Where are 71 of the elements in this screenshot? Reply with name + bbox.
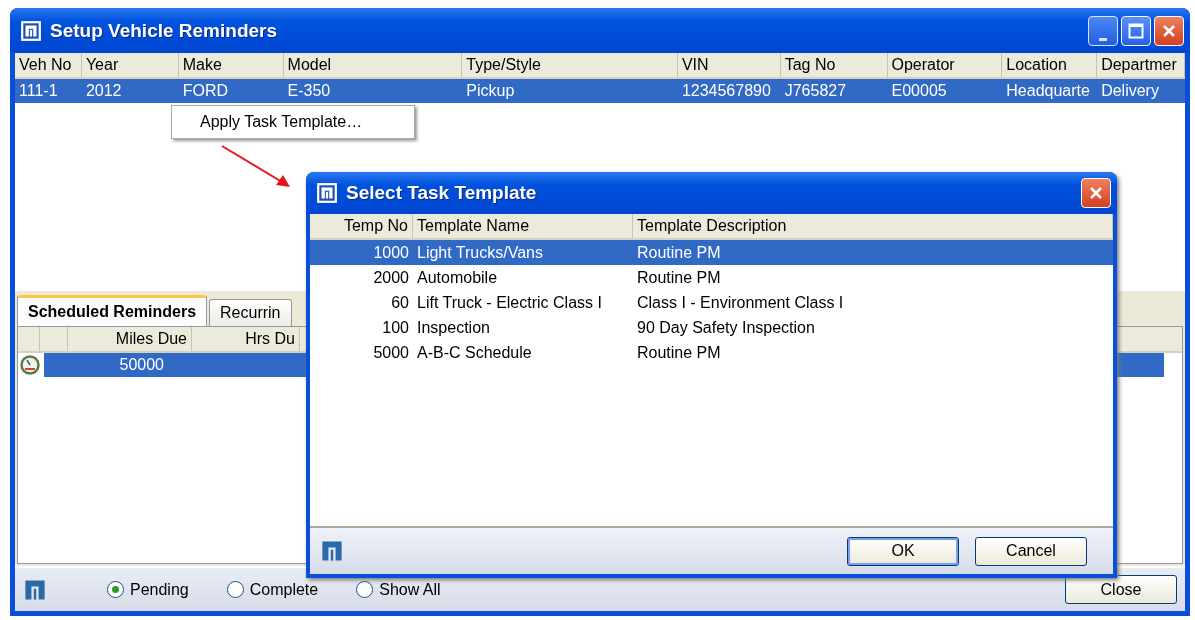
maximize-icon (1128, 22, 1144, 39)
close-button[interactable] (1154, 15, 1184, 46)
table-cell-text: FORD (181, 81, 230, 101)
table-cell-text: 1234567890 (680, 81, 772, 101)
table-cell-text: 111-1 (18, 81, 59, 101)
app-logo-icon (23, 577, 47, 602)
column-header[interactable]: Hrs Du (192, 327, 300, 351)
filter-radio[interactable]: Complete (226, 580, 319, 599)
table-cell-text: Headquarte (1005, 81, 1091, 101)
column-header[interactable]: Temp No (310, 214, 413, 238)
column-header[interactable]: Type/Style (462, 53, 678, 77)
table-cell-text: Routine PM (636, 243, 722, 263)
column-header[interactable]: Model (283, 53, 463, 77)
template-row[interactable]: 100 Inspection 90 Day Safety Inspection (310, 315, 1113, 340)
table-cell-text: 2000 (372, 268, 410, 288)
column-header[interactable]: Departmer (1097, 53, 1185, 77)
vehicle-row[interactable]: 111-1 2012 FORD E-350 Pickup 1234567890 J765827 E00005 Headquarte Delivery (15, 79, 1185, 103)
table-cell-text: 50000 (118, 355, 165, 375)
minimize-button[interactable] (1088, 15, 1118, 46)
filter-radio[interactable]: Pending (107, 580, 189, 599)
app-logo-icon (316, 182, 338, 204)
column-header[interactable]: Miles Due (68, 327, 192, 351)
table-cell-text: Light Trucks/Vans (416, 243, 544, 263)
table-cell-text: Routine PM (636, 343, 722, 363)
column-header[interactable]: Operator (887, 53, 1003, 77)
table-cell-text: 100 (381, 318, 410, 338)
maximize-button[interactable] (1121, 15, 1151, 46)
app-logo-icon (320, 539, 344, 563)
table-cell-text: E00005 (890, 81, 948, 101)
dialog-button[interactable]: OK (847, 536, 959, 566)
column-header[interactable]: Make (178, 53, 284, 77)
minimize-icon (1099, 37, 1107, 41)
column-header[interactable]: Tag No (780, 53, 888, 77)
close-icon (1161, 22, 1177, 39)
template-row[interactable]: 1000 Light Trucks/Vans Routine PM (310, 240, 1113, 265)
table-cell-text: Routine PM (636, 268, 722, 288)
dialog-button[interactable]: Cancel (975, 536, 1087, 566)
table-cell-text: J765827 (783, 81, 848, 101)
table-cell-text: Lift Truck - Electric Class I (416, 293, 603, 313)
table-cell-text: 1000 (372, 243, 410, 263)
gauge-icon (20, 355, 40, 375)
table-cell-text: 60 (390, 293, 410, 313)
column-header[interactable]: Template Description (633, 214, 1113, 238)
filter-radio[interactable]: Show All (356, 580, 441, 599)
app-logo-icon (20, 19, 42, 42)
close-icon (1088, 185, 1104, 201)
table-cell-text: Class I - Environment Class I (636, 293, 845, 313)
template-row[interactable]: 60 Lift Truck - Electric Class I Class I - Environment Class I (310, 290, 1113, 315)
table-cell-text: 2012 (84, 81, 123, 101)
close-window-button[interactable]: Close (1065, 575, 1177, 604)
menu-item[interactable]: Apply Task Template… (172, 106, 414, 138)
column-header[interactable]: Location (1002, 53, 1098, 77)
tab[interactable]: Recurrin (209, 299, 292, 326)
column-header[interactable]: VIN (677, 53, 781, 77)
close-button[interactable] (1081, 178, 1111, 208)
table-cell-text: Inspection (416, 318, 491, 338)
table-cell-text: 90 Day Safety Inspection (636, 318, 816, 338)
tab[interactable]: Scheduled Reminders (17, 295, 208, 326)
window-title: Setup Vehicle Reminders (50, 19, 278, 42)
dialog-title: Select Task Template (346, 182, 537, 204)
table-cell-text: Delivery (1100, 81, 1160, 101)
table-cell-text: E-350 (286, 81, 332, 101)
column-header[interactable]: Veh No (15, 53, 82, 77)
template-row[interactable]: 2000 Automobile Routine PM (310, 265, 1113, 290)
table-cell-text: Pickup (465, 81, 516, 101)
template-row[interactable]: 5000 A-B-C Schedule Routine PM (310, 340, 1113, 365)
column-header[interactable]: Year (81, 53, 179, 77)
table-cell-text: 5000 (372, 343, 410, 363)
column-header[interactable]: Template Name (413, 214, 633, 238)
table-cell-text: A-B-C Schedule (416, 343, 533, 363)
table-cell-text: Automobile (416, 268, 499, 288)
